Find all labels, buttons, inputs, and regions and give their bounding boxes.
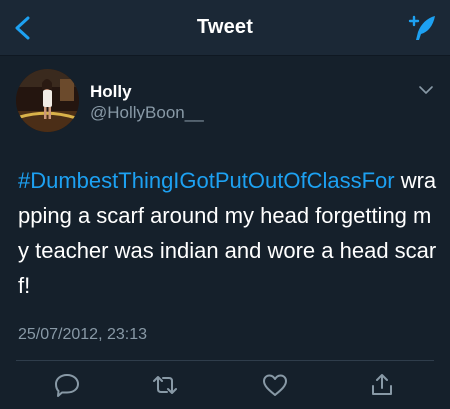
share-icon[interactable] [368,372,396,398]
divider [16,360,434,361]
tweet-header: Holly @HollyBoon__ [0,56,450,136]
top-nav-bar: Tweet [0,0,450,56]
page-title: Tweet [196,16,254,38]
hashtag-link[interactable]: #DumbestThingIGotPutOutOfClassFor [18,168,395,193]
reply-icon[interactable] [53,372,81,398]
chevron-down-icon[interactable] [418,84,434,96]
tweet-text: #DumbestThingIGotPutOutOfClassFor wrappi… [18,163,438,303]
user-handle[interactable]: @HollyBoon__ [90,103,204,123]
avatar[interactable] [16,69,79,132]
action-bar [0,370,450,400]
profile-photo-image [16,69,79,132]
tweet-timestamp: 25/07/2012, 23:13 [18,326,148,343]
user-display-name[interactable]: Holly [90,82,132,102]
compose-tweet-icon[interactable] [408,13,438,43]
retweet-icon[interactable] [151,372,179,398]
heart-icon[interactable] [261,372,289,398]
